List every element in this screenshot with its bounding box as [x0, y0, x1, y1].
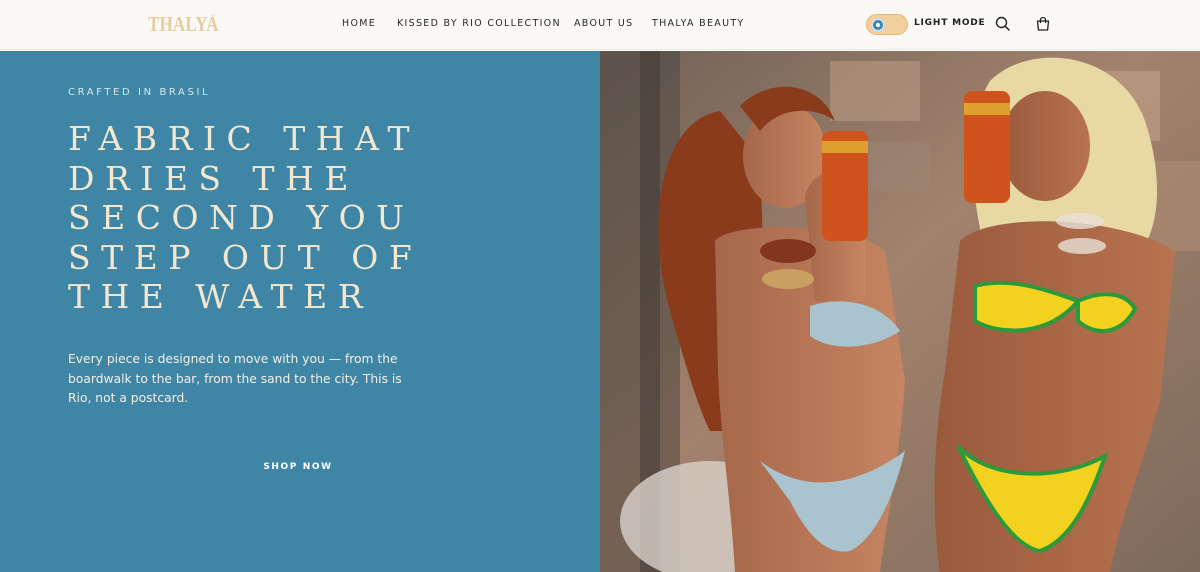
trademark-mark: ™	[210, 14, 215, 20]
toggle-knob	[871, 18, 885, 32]
nav-about-us[interactable]: ABOUT US	[574, 18, 634, 29]
brand-logo[interactable]: THALYA	[148, 12, 219, 37]
search-icon[interactable]	[994, 15, 1012, 33]
hero-photo-illustration	[600, 51, 1200, 572]
nav-kissed-by-rio-collection[interactable]: KISSED BY RIO COLLECTION	[397, 18, 561, 29]
hero-photo	[600, 51, 1200, 572]
hero-eyebrow: CRAFTED IN BRASIL	[68, 87, 211, 98]
site-header: THALYA ™ HOME KISSED BY RIO COLLECTION A…	[0, 0, 1200, 50]
light-mode-label: LIGHT MODE	[914, 18, 986, 28]
hero-text-panel: CRAFTED IN BRASIL FABRIC THAT DRIES THE …	[0, 51, 600, 572]
nav-thalya-beauty[interactable]: THALYA BEAUTY	[652, 18, 745, 29]
nav-home[interactable]: HOME	[342, 18, 376, 29]
shop-now-button[interactable]: SHOP NOW	[236, 455, 360, 479]
light-mode-toggle[interactable]	[866, 14, 908, 35]
cart-icon[interactable]	[1034, 15, 1052, 33]
hero-headline: FABRIC THAT DRIES THE SECOND YOU STEP OU…	[68, 119, 423, 316]
hero-body-text: Every piece is designed to move with you…	[68, 352, 402, 405]
